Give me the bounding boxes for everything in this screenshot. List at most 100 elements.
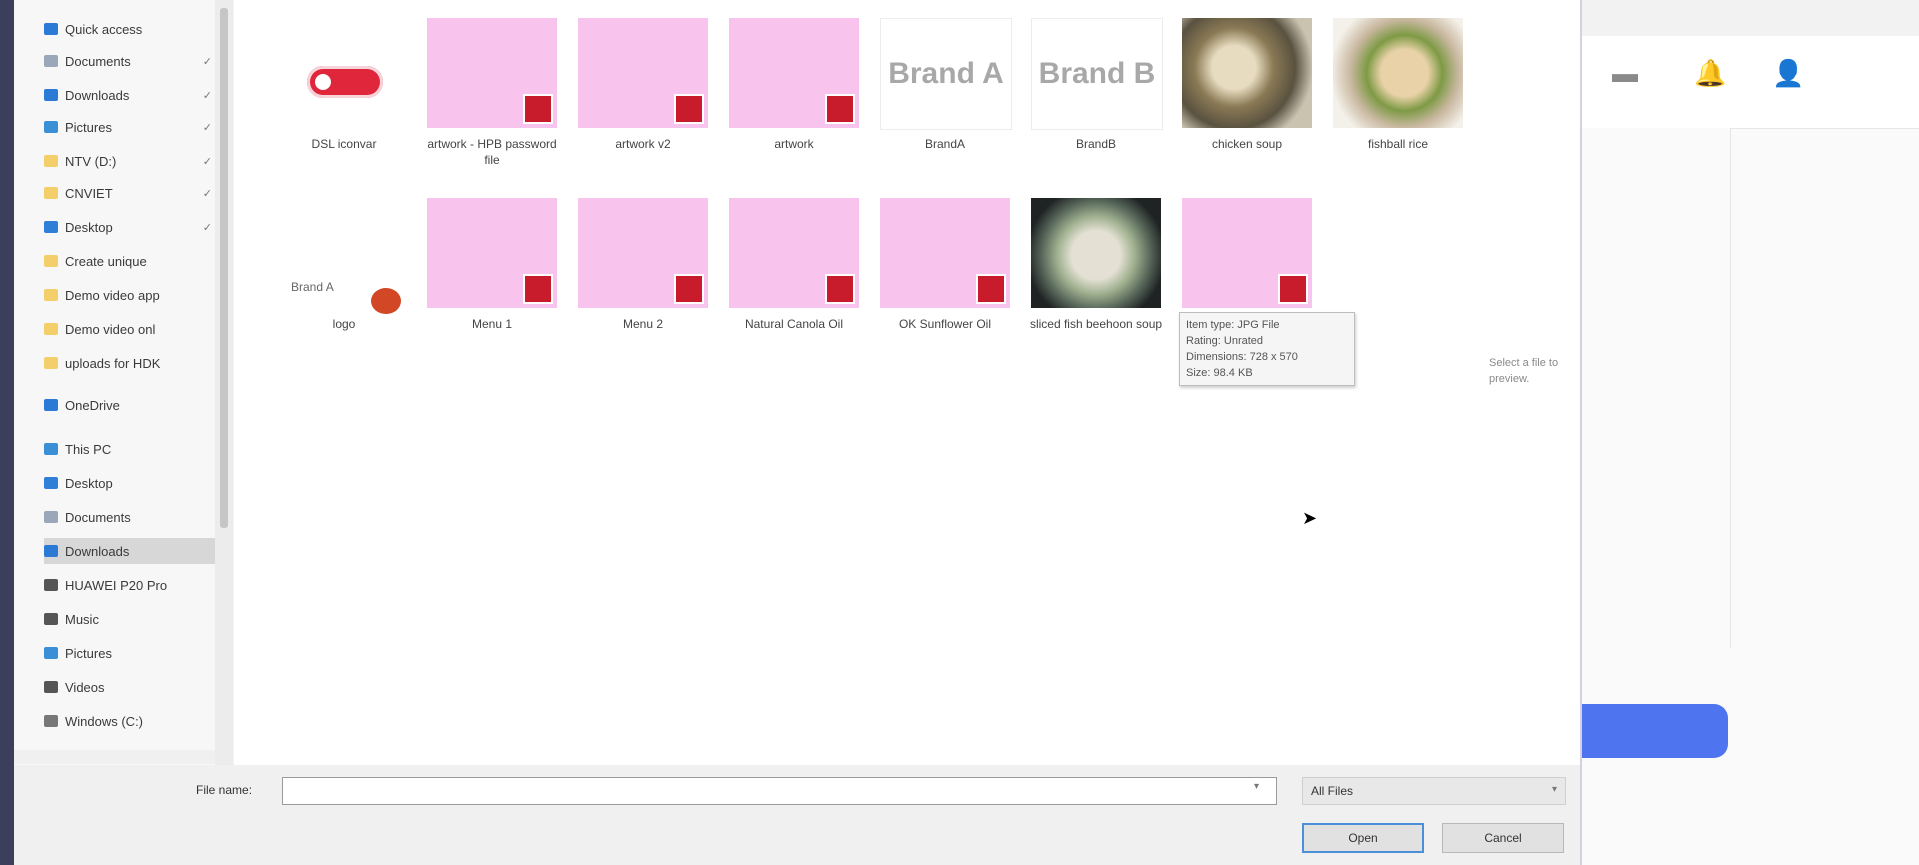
background-app-window: ▬ 🔔 👤: [1582, 0, 1919, 865]
nav-item[interactable]: Pictures ✓: [44, 114, 216, 140]
nav-scroll-thumb[interactable]: [220, 8, 228, 528]
nav-item-label: Videos: [65, 679, 105, 695]
nav-item[interactable]: Quick access: [44, 16, 216, 42]
nav-item[interactable]: Demo video app: [44, 282, 216, 308]
pdf-file-icon: [729, 18, 859, 128]
music-icon: [44, 613, 58, 625]
nav-item[interactable]: Demo video onl: [44, 316, 216, 342]
file-tile[interactable]: artwork: [724, 6, 864, 176]
nav-item[interactable]: Desktop ✓: [44, 214, 216, 240]
nav-item-label: NTV (D:): [65, 153, 117, 169]
computer-icon: [44, 443, 58, 455]
tooltip-line: Size: 98.4 KB: [1186, 367, 1253, 379]
nav-item-label: Pictures: [65, 119, 112, 135]
nav-item[interactable]: This PC: [44, 436, 216, 462]
desktop-icon: [44, 477, 58, 489]
folder-icon: [44, 357, 58, 369]
nav-item-label: This PC: [65, 441, 112, 457]
nav-item-label: Documents: [65, 509, 131, 525]
background-app-primary-button[interactable]: [1582, 704, 1728, 758]
file-type-value: All Files: [1311, 784, 1354, 798]
file-name-label: File name:: [196, 783, 253, 797]
nav-item-label: Create unique: [65, 253, 147, 269]
file-tile[interactable]: Brand A logo: [274, 186, 414, 356]
tooltip-line: Dimensions: 728 x 570: [1186, 351, 1298, 363]
nav-vertical-scrollbar[interactable]: [215, 0, 233, 765]
file-name-dropdown-icon[interactable]: ▾: [1254, 781, 1259, 792]
nav-item[interactable]: Downloads: [44, 538, 216, 564]
photo-thumbnail: [1031, 198, 1161, 308]
pdf-file-icon: [880, 198, 1010, 308]
nav-item[interactable]: Desktop: [44, 470, 216, 496]
documents-icon: [44, 511, 58, 523]
background-app-header: ▬ 🔔 👤: [1582, 36, 1919, 129]
image-thumbnail: Brand A: [279, 198, 409, 314]
nav-item[interactable]: Downloads ✓: [44, 82, 216, 108]
chevron-down-icon: ▾: [1551, 784, 1557, 795]
folder-icon: [44, 255, 58, 267]
file-tile[interactable]: Brand A BrandA: [875, 6, 1015, 176]
file-name: OK Sunflower Oil: [898, 317, 992, 331]
file-tile[interactable]: Natural Canola Oil: [724, 186, 864, 356]
file-name-input[interactable]: [282, 777, 1277, 805]
nav-item[interactable]: CNVIET ✓: [44, 180, 216, 206]
nav-item-label: Demo video onl: [65, 321, 156, 337]
chat-icon[interactable]: ▬: [1612, 58, 1638, 89]
file-tile[interactable]: fishball rice: [1328, 6, 1468, 176]
image-thumbnail: Brand B: [1031, 18, 1163, 130]
nav-item[interactable]: Documents ✓: [44, 48, 216, 74]
brand-thumbnail-text: Brand B: [1038, 57, 1156, 90]
open-file-dialog: Quick access Documents ✓ Downloads ✓ Pictures…: [14, 0, 1582, 865]
file-name: chicken soup: [1211, 137, 1283, 151]
image-thumbnail: Brand A: [880, 18, 1012, 130]
toggle-logo-icon: [307, 66, 383, 98]
nav-item[interactable]: Videos: [44, 674, 216, 700]
pdf-file-icon: [578, 198, 708, 308]
nav-horizontal-scrollbar[interactable]: [14, 750, 226, 764]
folder-icon: [44, 323, 58, 335]
file-name: Natural Canola Oil: [744, 317, 844, 331]
nav-item-label: Pictures: [65, 645, 112, 661]
file-tile[interactable]: sliced fish beehoon soup: [1026, 186, 1166, 356]
nav-item[interactable]: OneDrive: [44, 392, 216, 418]
nav-item[interactable]: Windows (C:): [44, 708, 216, 734]
file-tile[interactable]: Menu 2: [573, 186, 713, 356]
nav-item[interactable]: Pictures: [44, 640, 216, 666]
open-button[interactable]: Open: [1302, 823, 1424, 853]
phone-icon: [44, 579, 58, 591]
file-type-select[interactable]: All Files ▾: [1302, 777, 1566, 805]
desktop-icon: [44, 221, 58, 233]
file-tile[interactable]: chicken soup: [1177, 6, 1317, 176]
nav-item[interactable]: uploads for HDK: [44, 350, 216, 376]
file-name: artwork: [774, 137, 814, 151]
nav-item[interactable]: Music: [44, 606, 216, 632]
download-icon: [44, 89, 58, 101]
photo-thumbnail: [1333, 18, 1463, 128]
nav-item[interactable]: Documents: [44, 504, 216, 530]
file-name: sliced fish beehoon soup: [1029, 317, 1163, 331]
nav-item-label: Demo video app: [65, 287, 160, 303]
tooltip-line: Item type: JPG File: [1186, 319, 1280, 331]
file-tile[interactable]: artwork v2: [573, 6, 713, 176]
file-tile[interactable]: Brand B BrandB: [1026, 6, 1166, 176]
nav-item[interactable]: NTV (D:) ✓: [44, 148, 216, 174]
bell-icon[interactable]: 🔔: [1694, 58, 1726, 89]
powerpoint-icon: [371, 288, 401, 314]
user-icon[interactable]: 👤: [1772, 58, 1804, 89]
file-tile[interactable]: Menu 1: [422, 186, 562, 356]
folder-icon: [44, 187, 58, 199]
file-tile[interactable]: artwork - HPB password file: [422, 6, 562, 176]
drive-icon: [44, 715, 58, 727]
nav-item-label: Desktop: [65, 219, 113, 235]
file-tile[interactable]: DSL iconvar: [274, 6, 414, 176]
file-tile[interactable]: OK Sunflower Oil: [875, 186, 1015, 356]
pdf-file-icon: [729, 198, 859, 308]
background-app-panel: [1582, 128, 1731, 648]
nav-item[interactable]: HUAWEI P20 Pro: [44, 572, 216, 598]
pdf-file-icon: [578, 18, 708, 128]
nav-item-label: OneDrive: [65, 397, 120, 413]
nav-item[interactable]: Create unique: [44, 248, 216, 274]
cancel-button[interactable]: Cancel: [1442, 823, 1564, 853]
nav-item-label: Desktop: [65, 475, 113, 491]
brand-thumbnail-text: Brand A: [888, 57, 1004, 90]
